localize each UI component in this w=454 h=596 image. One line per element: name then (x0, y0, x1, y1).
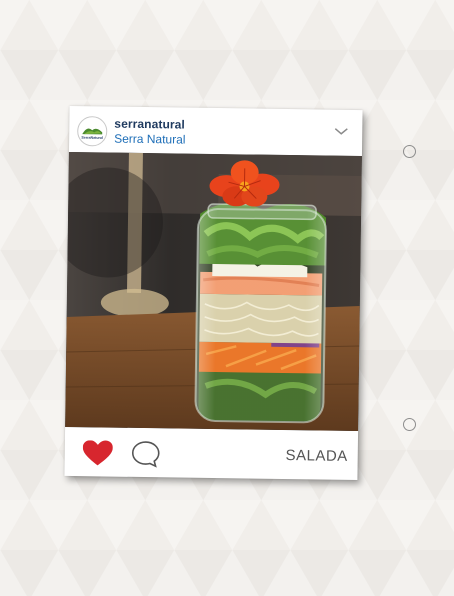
post-header: SerraNatural serranatural Serra Natural (69, 106, 363, 156)
avatar[interactable]: SerraNatural (77, 116, 108, 147)
post-display-name: Serra Natural (114, 131, 186, 147)
salad-jar-photo (65, 151, 362, 432)
svg-text:SerraNatural: SerraNatural (81, 136, 103, 140)
decor-circle-bottom (403, 418, 416, 431)
chevron-down-icon[interactable] (334, 124, 348, 135)
post-photo[interactable] (65, 151, 362, 432)
serra-natural-logo: SerraNatural (81, 128, 103, 140)
post-username[interactable]: serranatural (114, 117, 185, 132)
post-actions: SALADA (64, 427, 358, 480)
instagram-post-card: SerraNatural serranatural Serra Natural (64, 105, 363, 481)
speech-bubble-icon[interactable] (131, 440, 161, 468)
heart-icon[interactable] (82, 440, 113, 466)
post-tag: SALADA (285, 447, 348, 465)
decor-circle-top (403, 145, 416, 158)
